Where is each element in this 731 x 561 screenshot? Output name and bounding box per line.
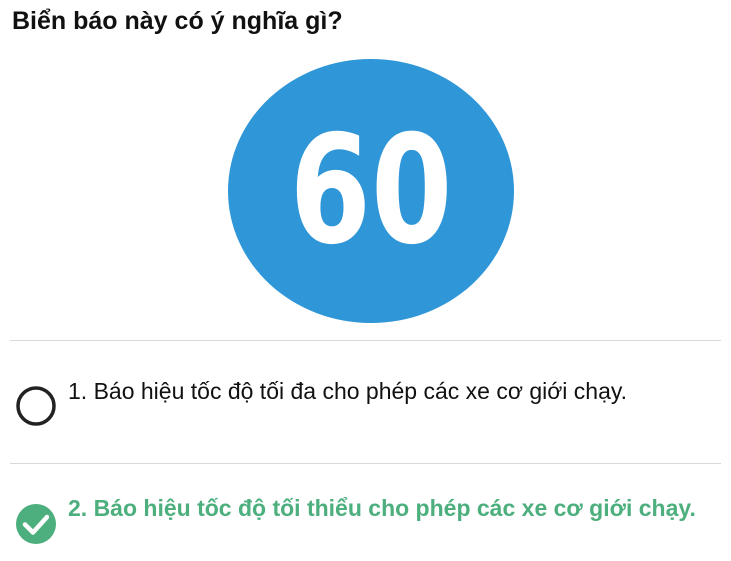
sign-number-text: 60 xyxy=(290,103,453,278)
minimum-speed-sign-icon: 60 xyxy=(228,59,514,323)
answer-option-1-label: 1. Báo hiệu tốc độ tối đa cho phép các x… xyxy=(68,378,628,404)
divider xyxy=(10,463,721,464)
answer-option-2-label: 2. Báo hiệu tốc độ tối thiểu cho phép cá… xyxy=(68,495,696,521)
divider xyxy=(10,340,721,341)
traffic-sign-image: 60 xyxy=(226,57,516,325)
empty-radio-icon[interactable] xyxy=(14,384,58,428)
question-title: Biển báo này có ý nghĩa gì? xyxy=(12,7,343,35)
check-circle-icon[interactable] xyxy=(14,502,58,546)
answer-option-1[interactable]: 1. Báo hiệu tốc độ tối đa cho phép các x… xyxy=(0,374,731,444)
answer-option-2[interactable]: 2. Báo hiệu tốc độ tối thiểu cho phép cá… xyxy=(0,492,731,558)
